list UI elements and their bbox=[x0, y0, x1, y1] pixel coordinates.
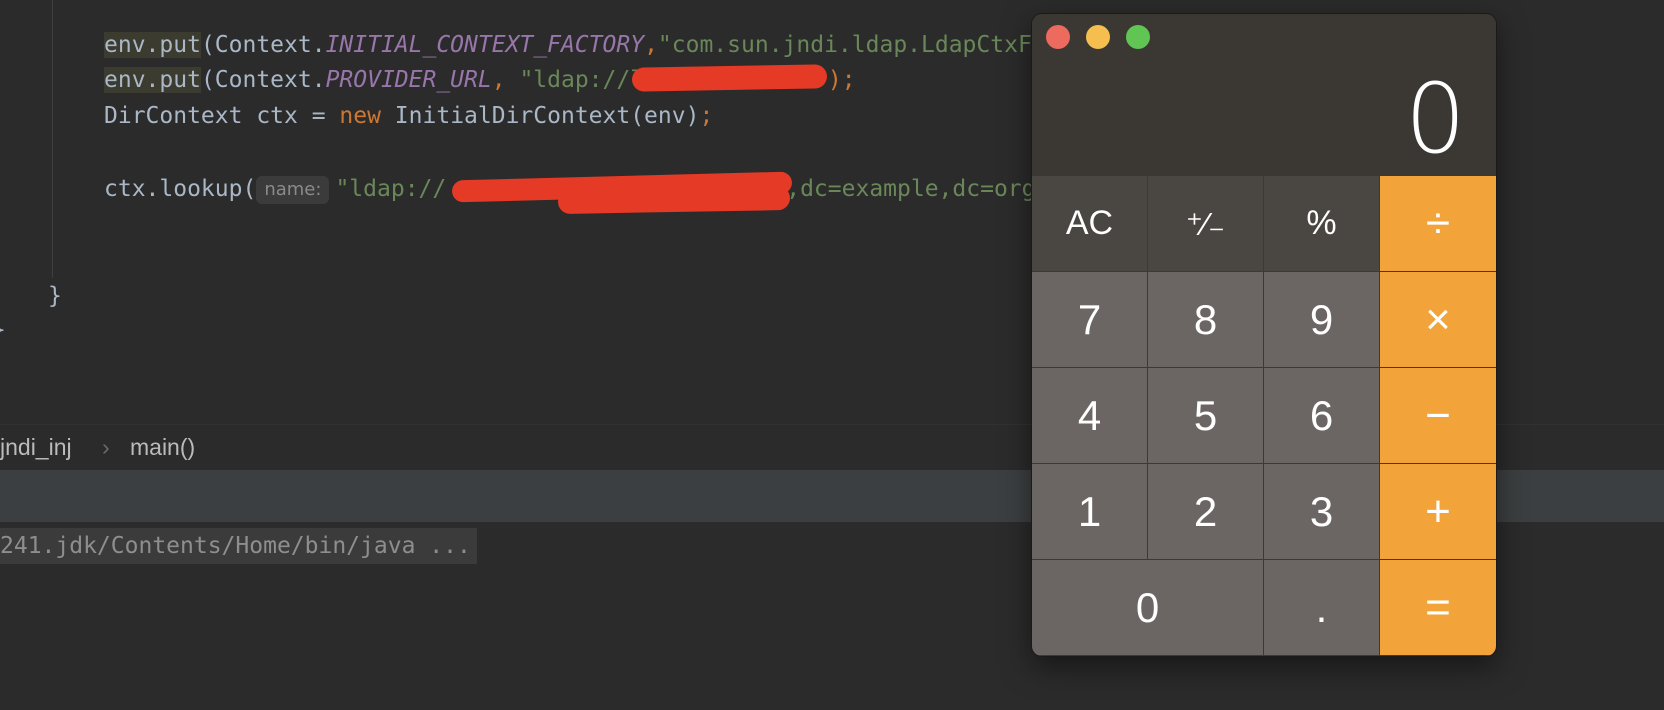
closing-brace: } bbox=[48, 283, 62, 309]
chevron-right-icon: › bbox=[102, 434, 110, 460]
digit-7-button[interactable]: 7 bbox=[1032, 272, 1148, 368]
breadcrumb-item-method[interactable]: main() bbox=[130, 434, 195, 461]
equals-button[interactable]: = bbox=[1380, 560, 1496, 656]
code-punctuation: ; bbox=[699, 103, 714, 129]
breadcrumb-item-class[interactable]: jndi_inj bbox=[0, 434, 72, 461]
redaction-mark bbox=[557, 185, 791, 215]
indent-guide bbox=[52, 0, 53, 278]
digit-2-button[interactable]: 2 bbox=[1148, 464, 1264, 560]
code-token: env.put bbox=[104, 67, 201, 93]
minimize-button[interactable] bbox=[1086, 25, 1110, 49]
code-string: ,dc=example,dc=org bbox=[786, 176, 1036, 202]
code-constant: INITIAL_CONTEXT_FACTORY bbox=[325, 32, 645, 58]
closing-brace: } bbox=[0, 314, 6, 346]
code-string: "ldap:// bbox=[335, 176, 447, 202]
code-token: DirContext ctx = bbox=[104, 103, 340, 129]
code-keyword: new bbox=[339, 103, 381, 129]
code-string: "ldap://l bbox=[519, 67, 645, 93]
add-button[interactable]: + bbox=[1380, 464, 1496, 560]
digit-1-button[interactable]: 1 bbox=[1032, 464, 1148, 560]
decimal-button[interactable]: . bbox=[1264, 560, 1380, 656]
digit-4-button[interactable]: 4 bbox=[1032, 368, 1148, 464]
zoom-button[interactable] bbox=[1126, 25, 1150, 49]
code-token: env.put bbox=[104, 32, 201, 58]
clear-button[interactable]: AC bbox=[1032, 176, 1148, 272]
percent-button[interactable]: % bbox=[1264, 176, 1380, 272]
code-punctuation: , bbox=[491, 67, 520, 93]
parameter-hint: name: bbox=[256, 176, 330, 204]
subtract-button[interactable]: − bbox=[1380, 368, 1496, 464]
code-token: (Context. bbox=[200, 67, 326, 93]
digit-6-button[interactable]: 6 bbox=[1264, 368, 1380, 464]
calculator-keypad: AC ⁺∕₋+/- % ÷ 7 8 9 × 4 5 6 − 1 2 3 + 0 … bbox=[1032, 176, 1496, 656]
redaction-mark bbox=[631, 64, 828, 92]
code-line-3[interactable]: DirContext ctx = new InitialDirContext(e… bbox=[104, 100, 713, 132]
code-punctuation: ); bbox=[827, 67, 856, 93]
calculator-titlebar: 0 bbox=[1032, 14, 1496, 176]
calculator-window[interactable]: 0 AC ⁺∕₋+/- % ÷ 7 8 9 × 4 5 6 − 1 2 3 + … bbox=[1032, 14, 1496, 656]
digit-5-button[interactable]: 5 bbox=[1148, 368, 1264, 464]
code-token: ctx.lookup( bbox=[104, 176, 257, 202]
digit-0-button[interactable]: 0 bbox=[1032, 560, 1264, 656]
divide-button[interactable]: ÷ bbox=[1380, 176, 1496, 272]
sign-toggle-button[interactable]: ⁺∕₋+/- bbox=[1148, 176, 1264, 272]
code-constant: PROVIDER_URL bbox=[325, 67, 492, 93]
code-token: (Context. bbox=[200, 32, 326, 58]
digit-3-button[interactable]: 3 bbox=[1264, 464, 1380, 560]
code-string: "com.sun.jndi.ldap.LdapCtxF bbox=[657, 32, 1032, 58]
digit-8-button[interactable]: 8 bbox=[1148, 272, 1264, 368]
code-punctuation: , bbox=[644, 32, 658, 58]
close-button[interactable] bbox=[1046, 25, 1070, 49]
plus-minus-icon: ⁺∕₋ bbox=[1185, 205, 1226, 242]
code-token: InitialDirContext(env) bbox=[380, 103, 700, 129]
multiply-button[interactable]: × bbox=[1380, 272, 1496, 368]
console-command-line[interactable]: 241.jdk/Contents/Home/bin/java ... bbox=[0, 528, 477, 564]
code-line-1[interactable]: env.put(Context.INITIAL_CONTEXT_FACTORY,… bbox=[104, 29, 1032, 61]
calculator-display: 0 bbox=[1404, 63, 1466, 175]
digit-9-button[interactable]: 9 bbox=[1264, 272, 1380, 368]
